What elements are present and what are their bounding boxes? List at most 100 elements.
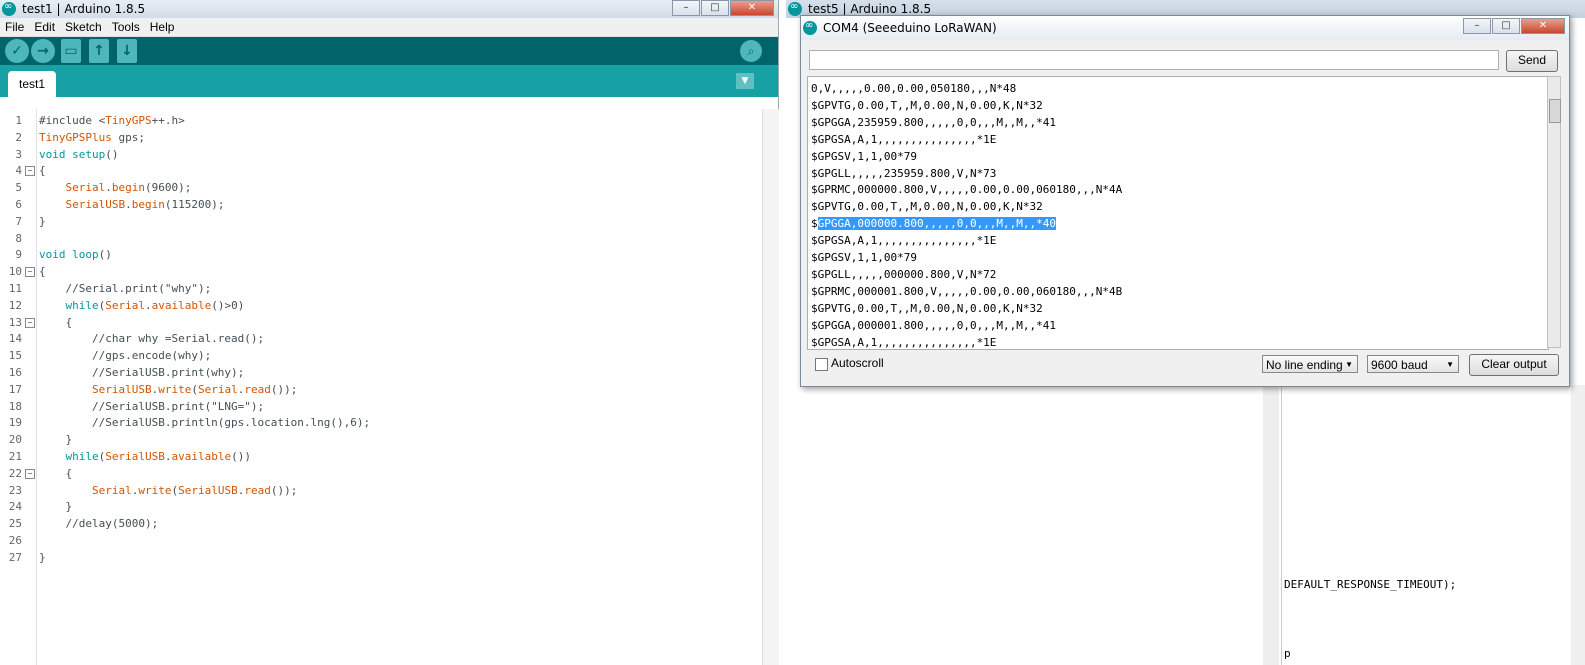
line-number: 26 bbox=[8, 534, 22, 547]
line-number: 3 bbox=[15, 147, 22, 161]
upload-icon[interactable]: → bbox=[31, 39, 55, 63]
serial-output-line: $GPGGA,235959.800,,,,,0,0,,,M,,M,,*41 bbox=[811, 115, 1057, 129]
new-icon[interactable]: ▭ bbox=[61, 39, 81, 63]
serial-output-line: 0,V,,,,,0.00,0.00,050180,,,N*48 bbox=[811, 82, 1017, 95]
line-number: 18 bbox=[8, 399, 22, 413]
line-number: 5 bbox=[15, 181, 22, 195]
code-text: SerialUSB.write(Serial.read()); bbox=[91, 382, 298, 396]
line-ending-select[interactable]: No line ending ▼ bbox=[1262, 355, 1358, 373]
code-text: { bbox=[39, 466, 73, 480]
save-icon[interactable]: ↓ bbox=[117, 39, 137, 63]
tab-menu-icon[interactable]: ▼ bbox=[736, 73, 754, 89]
menu-help[interactable]: Help bbox=[145, 20, 180, 34]
line-number: 10 bbox=[8, 265, 22, 279]
line-number: 12 bbox=[8, 298, 22, 312]
code-text: } bbox=[39, 433, 73, 447]
tab-test1[interactable]: test1 bbox=[8, 71, 56, 97]
code-text: Serial.write(SerialUSB.read()); bbox=[91, 483, 298, 497]
code-text: //char why =Serial.read(); bbox=[39, 332, 265, 346]
send-button[interactable]: Send bbox=[1506, 50, 1558, 72]
serial-output[interactable]: 0,V,,,,,0.00,0.00,050180,,,N*48 $GPVTG,0.… bbox=[807, 76, 1549, 350]
line-number: 15 bbox=[8, 349, 22, 363]
code-line: 27} bbox=[0, 549, 720, 566]
minimize-button[interactable]: – bbox=[672, 0, 700, 16]
arduino-logo-icon bbox=[2, 1, 16, 16]
line-number: 16 bbox=[8, 366, 22, 379]
menu-tools[interactable]: Tools bbox=[107, 20, 145, 34]
menu-file[interactable]: File bbox=[0, 20, 29, 34]
scrollbar-thumb[interactable] bbox=[1549, 99, 1561, 123]
code-text: //Serial.print("why"); bbox=[39, 282, 212, 295]
code-text: { bbox=[39, 164, 46, 178]
editor-scrollbar[interactable] bbox=[762, 109, 779, 665]
code-line: 10−{ bbox=[0, 263, 720, 280]
line-number: 13 bbox=[8, 315, 22, 329]
autoscroll-checkbox[interactable] bbox=[815, 358, 828, 371]
ide-window-controls: – □ ✕ bbox=[671, 0, 774, 16]
code-text: #include <TinyGPS++.h> bbox=[39, 114, 185, 127]
serial-output-scrollbar[interactable] bbox=[1547, 76, 1561, 348]
code-text: SerialUSB.begin(115200); bbox=[65, 198, 225, 211]
serial-bottom-row: Autoscroll No line ending ▼ 9600 baud ▼ Cl… bbox=[809, 354, 1559, 378]
maximize-button[interactable]: □ bbox=[1492, 18, 1520, 34]
line-number: 7 bbox=[15, 214, 22, 228]
chevron-down-icon: ▼ bbox=[1446, 360, 1454, 369]
code-editor[interactable]: 1 #include <TinyGPS++.h> 2 TinyGPSPlus gps;… bbox=[0, 109, 762, 665]
second-ide-scrollbar[interactable] bbox=[1571, 385, 1585, 665]
fold-toggle-icon[interactable]: − bbox=[25, 468, 35, 479]
second-ide-console bbox=[786, 385, 1264, 665]
serial-output-line: $GPRMC,000000.800,V,,,,,0.00,0.00,060180… bbox=[811, 183, 1123, 197]
serial-output-line: $GPVTG,0.00,T,,M,0.00,N,0.00,K,N*32 bbox=[811, 301, 1043, 315]
code-text: { bbox=[39, 265, 46, 279]
menu-sketch[interactable]: Sketch bbox=[60, 20, 107, 34]
second-ide-divider[interactable] bbox=[1263, 385, 1279, 665]
code-line: 17 SerialUSB.write(Serial.read()); bbox=[0, 381, 720, 398]
second-ide-code[interactable]: DEFAULT_RESPONSE_TIMEOUT); p bbox=[1281, 385, 1572, 665]
verify-icon[interactable]: ✓ bbox=[5, 39, 29, 63]
code-line: 18 //SerialUSB.print("LNG="); bbox=[0, 398, 720, 415]
line-number: 21 bbox=[8, 450, 22, 463]
line-number: 17 bbox=[8, 382, 22, 396]
maximize-button[interactable]: □ bbox=[701, 0, 729, 16]
code-line: 14 //char why =Serial.read(); bbox=[0, 330, 720, 347]
clear-output-button[interactable]: Clear output bbox=[1469, 354, 1559, 376]
code-line: 24 } bbox=[0, 498, 720, 515]
fold-toggle-icon[interactable]: − bbox=[25, 317, 35, 328]
code-text: while(Serial.available()>0) bbox=[65, 298, 245, 312]
autoscroll-label: Autoscroll bbox=[831, 356, 884, 370]
code-line: 6 SerialUSB.begin(115200); bbox=[0, 196, 720, 213]
serial-monitor-title: COM4 (Seeeduino LoRaWAN) bbox=[823, 21, 997, 35]
code-text: //delay(5000); bbox=[39, 517, 159, 531]
line-number: 19 bbox=[8, 416, 22, 430]
fold-toggle-icon[interactable]: − bbox=[25, 166, 35, 177]
line-number: 11 bbox=[8, 282, 22, 295]
code-line: 9 void loop() bbox=[0, 246, 720, 263]
code-text: //SerialUSB.println(gps.location.lng(),6… bbox=[39, 416, 371, 430]
close-button[interactable]: ✕ bbox=[730, 0, 774, 16]
magnifier-icon[interactable]: ⌕ bbox=[740, 40, 762, 62]
code-line: 19 //SerialUSB.println(gps.location.lng(… bbox=[0, 414, 720, 431]
line-number: 6 bbox=[15, 198, 22, 211]
serial-monitor-titlebar[interactable]: COM4 (Seeeduino LoRaWAN) – □ ✕ bbox=[801, 16, 1569, 40]
open-icon[interactable]: ↑ bbox=[89, 39, 109, 63]
serial-input[interactable] bbox=[809, 50, 1499, 70]
code-line: 13− { bbox=[0, 314, 720, 331]
ide-toolbar: ✓ → ▭ ↑ ↓ ⌕ bbox=[0, 37, 778, 65]
close-button[interactable]: ✕ bbox=[1521, 18, 1565, 34]
ide-title: test1 | Arduino 1.8.5 bbox=[22, 2, 146, 16]
code-text: void setup() bbox=[39, 147, 119, 161]
menubar: File Edit Sketch Tools Help bbox=[0, 18, 778, 37]
baud-select[interactable]: 9600 baud ▼ bbox=[1367, 355, 1459, 373]
line-number: 9 bbox=[15, 248, 22, 262]
code-text: //SerialUSB.print(why); bbox=[39, 366, 245, 379]
ide-titlebar[interactable]: test1 | Arduino 1.8.5 – □ ✕ bbox=[0, 0, 778, 18]
code-text: void loop() bbox=[39, 248, 112, 262]
serial-output-line: $GPVTG,0.00,T,,M,0.00,N,0.00,K,N*32 bbox=[811, 98, 1043, 112]
menu-edit[interactable]: Edit bbox=[29, 20, 60, 34]
code-line: 4−{ bbox=[0, 162, 720, 179]
fold-toggle-icon[interactable]: − bbox=[25, 267, 35, 278]
code-line: 11 //Serial.print("why"); bbox=[0, 280, 720, 297]
code-text: { bbox=[39, 315, 73, 329]
minimize-button[interactable]: – bbox=[1463, 18, 1491, 34]
code-line: 20 } bbox=[0, 431, 720, 448]
